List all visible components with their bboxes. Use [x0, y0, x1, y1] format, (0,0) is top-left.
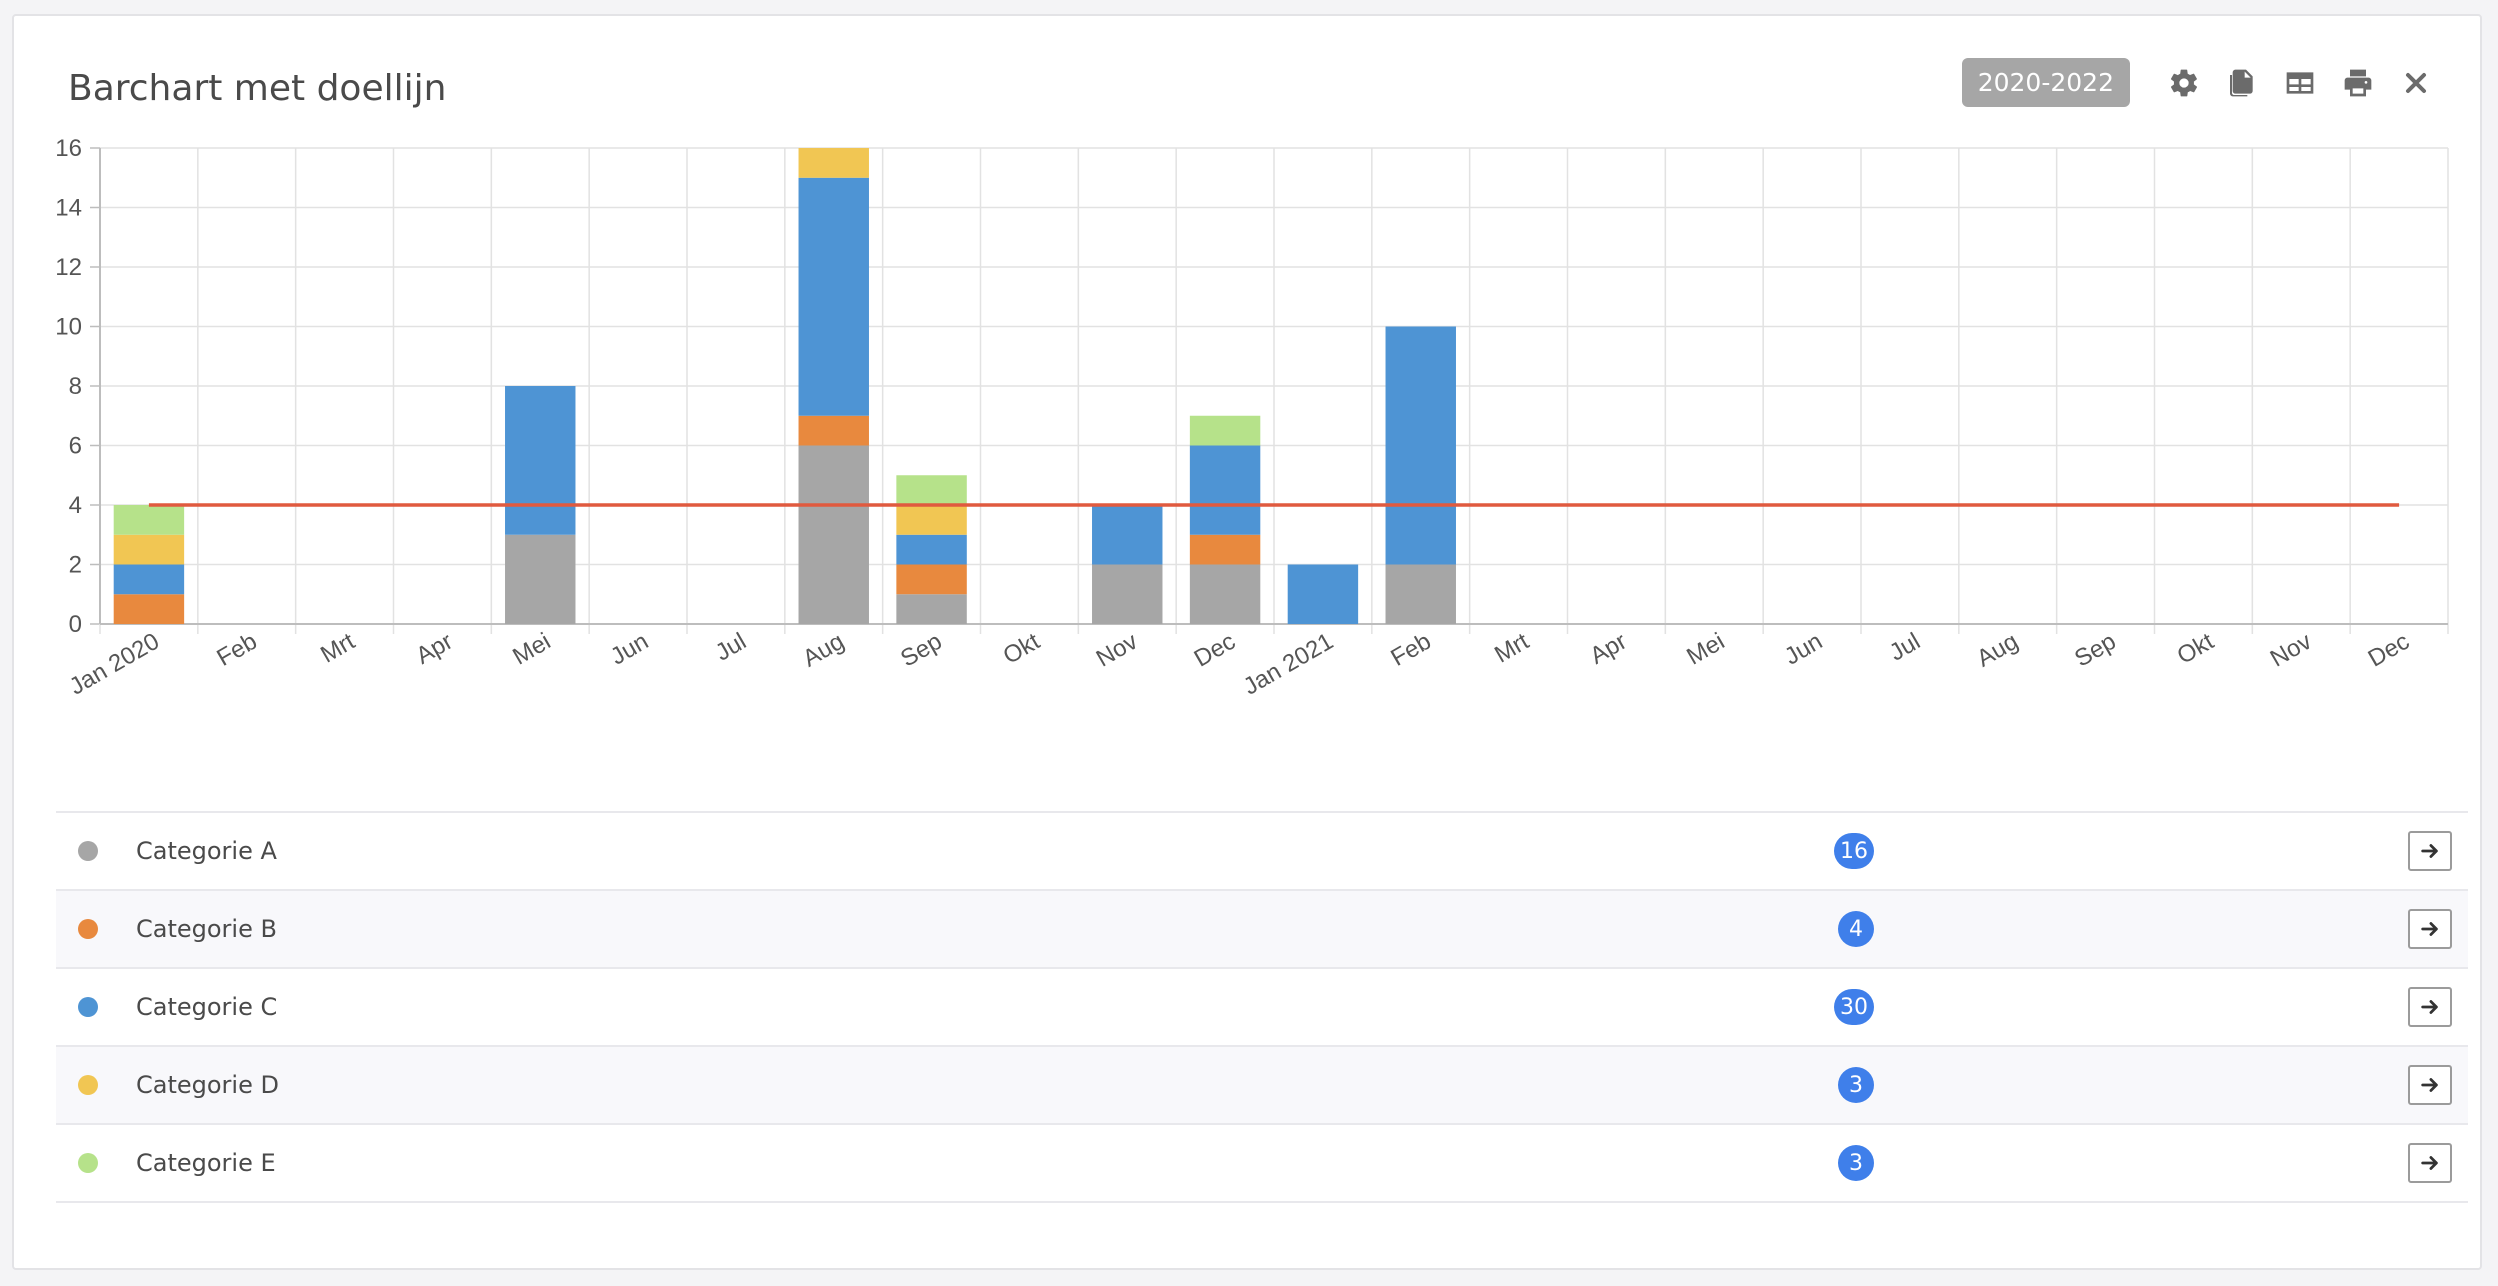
x-tick-label: Jan 2020	[65, 628, 164, 701]
legend-dot	[78, 841, 98, 861]
legend-dot	[78, 1153, 98, 1173]
y-tick-label: 4	[69, 492, 82, 519]
bar-segment	[1092, 564, 1163, 624]
y-tick-label: 16	[55, 135, 82, 162]
legend-label: Categorie B	[136, 915, 277, 943]
stacked-bar-chart: 0 2 4 6 8 10 12 14 16 Jan 2020 Feb Mrt Apr Mei Jun Jul A…	[55, 135, 2449, 701]
count-badge: 4	[1838, 911, 1874, 947]
bar-segment	[113, 594, 185, 624]
arrow-right-button[interactable]	[2408, 1143, 2452, 1183]
y-tick-label: 10	[55, 314, 82, 341]
count-badge: 16	[1834, 833, 1874, 869]
legend-row: Categorie C 30	[56, 969, 2468, 1047]
arrow-right-icon	[2421, 1000, 2438, 1014]
legend-row: Categorie E 3	[56, 1125, 2468, 1203]
x-tick-label: Okt	[999, 628, 1045, 670]
y-tick-label: 2	[69, 552, 82, 579]
bar-segment	[798, 445, 869, 624]
arrow-right-icon	[2421, 844, 2438, 858]
arrow-right-button[interactable]	[2408, 987, 2452, 1027]
bar-segment	[1189, 564, 1261, 624]
y-tick-label: 6	[69, 433, 82, 460]
bar-segment	[896, 475, 967, 505]
count-badge: 3	[1838, 1145, 1874, 1181]
y-tick-label: 12	[55, 254, 82, 281]
bar-segment	[113, 505, 185, 535]
legend-table: Categorie A 16 Categorie B 4 Categorie C…	[56, 811, 2468, 1203]
bar-segment	[1385, 326, 1456, 565]
arrow-right-button[interactable]	[2408, 1065, 2452, 1105]
bar-segment	[896, 534, 967, 565]
legend-label: Categorie C	[136, 993, 278, 1021]
bar-segment	[505, 534, 576, 624]
y-tick-label: 8	[69, 373, 82, 400]
legend-label: Categorie D	[136, 1071, 279, 1099]
legend-row: Categorie A 16	[56, 813, 2468, 891]
bar-segment	[1189, 415, 1261, 446]
legend-row: Categorie D 3	[56, 1047, 2468, 1125]
x-tick-label: Mei	[1682, 628, 1729, 671]
x-tick-label: Apr	[412, 628, 458, 670]
legend-dot	[78, 1075, 98, 1095]
bar-segment	[1385, 564, 1456, 624]
x-tick-label: Mrt	[1490, 628, 1534, 669]
bar-segment	[798, 177, 869, 416]
x-tick-label: Okt	[2173, 628, 2219, 670]
bar-segment	[1287, 564, 1359, 624]
bar-segment	[896, 505, 967, 535]
bar-segment	[1189, 534, 1261, 565]
x-tick-label: Sep	[2070, 628, 2120, 673]
legend-dot	[78, 997, 98, 1017]
bar-segment	[1092, 505, 1163, 565]
bar-segment	[896, 564, 967, 595]
x-tick-label: Feb	[1386, 628, 1435, 672]
x-tick-label: Mei	[508, 628, 555, 671]
legend-label: Categorie E	[136, 1149, 276, 1177]
x-tick-label: Aug	[798, 628, 848, 673]
arrow-right-icon	[2421, 1156, 2438, 1170]
y-tick-label: 14	[55, 195, 82, 222]
x-tick-label: Jul	[1885, 628, 1925, 667]
legend-dot	[78, 919, 98, 939]
count-badge: 30	[1834, 989, 1874, 1025]
x-tick-label: Dec	[2364, 628, 2414, 673]
bar-segment	[798, 415, 869, 446]
bar-segment	[1189, 445, 1261, 535]
bar-segment	[113, 534, 185, 565]
x-tick-label: Dec	[1190, 628, 1240, 673]
x-tick-label: Jun	[606, 628, 653, 671]
arrow-right-button[interactable]	[2408, 831, 2452, 871]
y-tick-label: 0	[69, 611, 82, 638]
x-tick-label: Nov	[2266, 628, 2316, 673]
x-tick-label: Aug	[1972, 628, 2022, 673]
arrow-right-icon	[2421, 922, 2438, 936]
bar-segment	[896, 594, 967, 624]
x-tick-label: Jun	[1780, 628, 1827, 671]
count-badge: 3	[1838, 1067, 1874, 1103]
x-tick-label: Jan 2021	[1239, 628, 1338, 701]
x-tick-label: Apr	[1586, 628, 1632, 670]
bar-segment	[505, 386, 576, 535]
legend-label: Categorie A	[136, 837, 277, 865]
legend-row: Categorie B 4	[56, 891, 2468, 969]
x-tick-label: Mrt	[316, 628, 360, 669]
arrow-right-icon	[2421, 1078, 2438, 1092]
bar-segment	[113, 564, 185, 595]
x-tick-label: Feb	[212, 628, 261, 672]
arrow-right-button[interactable]	[2408, 909, 2452, 949]
x-tick-label: Nov	[1092, 628, 1142, 673]
x-tick-label: Sep	[896, 628, 946, 673]
bar-segment	[798, 148, 869, 178]
x-tick-label: Jul	[711, 628, 751, 667]
